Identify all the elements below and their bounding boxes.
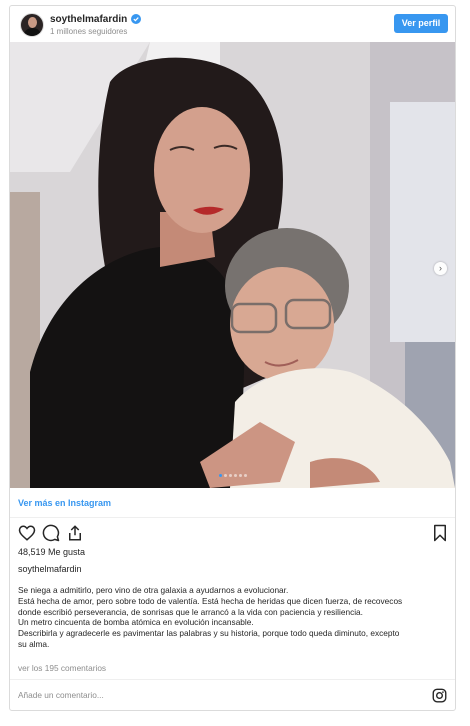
follower-count: 1 millones seguidores (50, 27, 128, 36)
share-icon[interactable] (66, 524, 84, 542)
avatar[interactable] (20, 13, 44, 37)
next-arrow-icon[interactable]: › (434, 262, 447, 275)
post-header: soythelmafardin 1 millones seguidores Ve… (10, 6, 455, 42)
verified-badge-icon (131, 14, 141, 24)
caption-line: Describirla y agradecerle es pavimentar … (18, 628, 400, 639)
carousel-dot (228, 474, 232, 477)
caption-text: Se niega a admitirlo, pero vino de otra … (18, 585, 448, 650)
caption-line: Un metro cincuenta de bomba atómica en e… (18, 617, 254, 628)
view-profile-button[interactable]: Ver perfil (394, 14, 448, 33)
carousel-dot (238, 474, 242, 477)
instagram-embed: soythelmafardin 1 millones seguidores Ve… (9, 5, 456, 711)
view-more-link[interactable]: Ver más en Instagram (10, 488, 455, 518)
caption-line: Se niega a admitirlo, pero vino de otra … (18, 585, 289, 595)
bookmark-icon[interactable] (431, 524, 449, 542)
caption-line: su alma. (18, 638, 50, 649)
caption-line: donde escribió perseverancia, de sonrisa… (18, 606, 363, 617)
instagram-logo-icon[interactable] (432, 688, 447, 703)
username[interactable]: soythelmafardin (50, 14, 127, 25)
comment-bar: Añade un comentario... (10, 679, 455, 710)
caption-line: Está hecha de amor, pero sobre todo de v… (18, 595, 403, 606)
carousel-dot (233, 474, 237, 477)
comment-input[interactable]: Añade un comentario... (18, 690, 104, 700)
carousel-dot (218, 474, 222, 477)
comment-icon[interactable] (42, 524, 60, 542)
caption-author[interactable]: soythelmafardin (18, 564, 82, 574)
heart-icon[interactable] (18, 524, 36, 542)
post-photo[interactable]: › (10, 42, 455, 488)
carousel-dot (243, 474, 247, 477)
view-comments-link[interactable]: ver los 195 comentarios (18, 663, 106, 673)
carousel-dots (10, 474, 455, 477)
action-bar (16, 522, 449, 544)
like-count: 48,519 Me gusta (18, 547, 86, 557)
carousel-dot (223, 474, 227, 477)
